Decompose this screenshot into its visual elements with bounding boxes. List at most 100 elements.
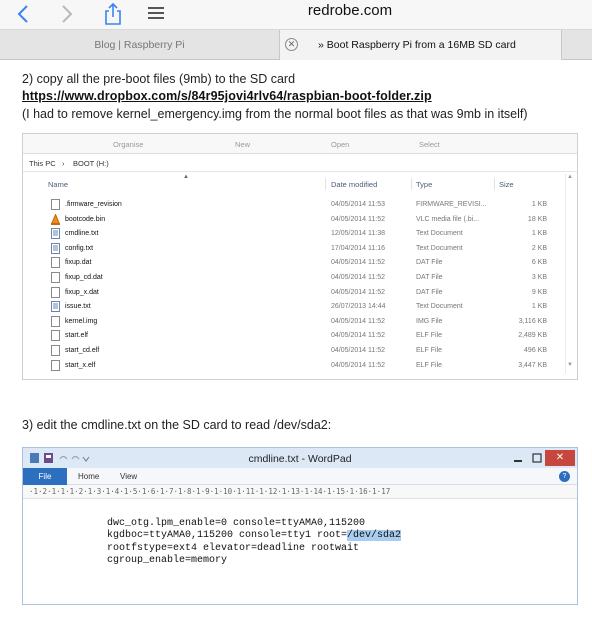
file-size: 1 KB [531, 230, 547, 238]
ruler-scale: ·1·2·1·1·1·2·1·3·1·4·1·5·1·6·1·7·1·8·1·9… [29, 487, 391, 496]
file-name: fixup.dat [65, 259, 92, 267]
file-type: ELF File [416, 347, 443, 354]
file-row[interactable]: .firmware_revision 04/05/2014 11:53 FIRMWA… [23, 198, 577, 213]
back-button[interactable] [8, 0, 38, 28]
file-type: VLC media file (.bi... [416, 215, 480, 223]
file-name: issue.txt [65, 303, 91, 311]
file-size: 3 KB [531, 274, 547, 281]
file-date: 04/05/2014 11:52 [331, 215, 385, 223]
file-row[interactable]: cmdline.txt 12/05/2014 11:38 Text Document… [23, 227, 577, 242]
browser-toolbar: redrobe.com [0, 0, 592, 30]
note-text: (I had to remove kernel_emergency.img fr… [22, 107, 528, 121]
step-3-text: 3) edit the cmdline.txt on the SD card t… [22, 418, 332, 432]
ribbon-new: New [235, 140, 251, 149]
text-icon [51, 228, 60, 240]
breadcrumb: This PC › BOOT (H:) [23, 154, 577, 172]
file-row[interactable]: fixup_cd.dat 04/05/2014 11:52 DAT File 3 KB [23, 271, 577, 286]
share-icon [105, 3, 121, 25]
file-type: ELF File [416, 361, 443, 369]
file-name: start_x.elf [65, 361, 96, 369]
file-name: start.elf [65, 332, 88, 340]
file-type: FIRMWARE_REVISI... [416, 201, 487, 208]
file-name: kernel.img [65, 317, 98, 325]
file-type: ELF File [416, 332, 443, 340]
scroll-down-icon[interactable]: ▼ [567, 362, 573, 368]
file-name: bootcode.bin [65, 215, 106, 223]
doc-line-2-text: kgdboc=ttyAMA0,115200 console=tty1 root= [107, 530, 348, 542]
chevron-left-icon [17, 5, 28, 23]
file-row[interactable]: issue.txt 26/07/2013 14:44 Text Document 1 … [23, 300, 577, 315]
document-body[interactable]: dwc_otg.lpm_enable=0 console=ttyAMA0,115… [107, 518, 402, 567]
column-type[interactable]: Type [416, 180, 432, 189]
file-row[interactable]: start_x.elf 04/05/2014 11:52 ELF File 3,447… [23, 359, 577, 374]
file-row[interactable]: fixup_x.dat 04/05/2014 11:52 DAT File 9 KB [23, 286, 577, 301]
vlc-icon [51, 213, 60, 225]
wordpad-title: cmdline.txt - WordPad [248, 453, 352, 465]
explorer-scrollbar[interactable]: ▲ ▼ [565, 174, 573, 374]
tab-file[interactable]: File [23, 468, 67, 485]
file-row[interactable]: start.elf 04/05/2014 11:52 ELF File 2,489 K… [23, 329, 577, 344]
tab-blog[interactable]: Blog | Raspberry Pi [0, 30, 280, 60]
tab-active-label: » Boot Raspberry Pi from a 16MB SD card [318, 39, 516, 51]
doc-line-2: kgdboc=ttyAMA0,115200 console=tty1 root=… [107, 530, 402, 542]
file-type: Text Document [416, 230, 463, 238]
close-icon[interactable]: ✕ [545, 450, 575, 466]
column-divider [411, 178, 412, 190]
file-row[interactable]: config.txt 17/04/2014 11:16 Text Document 2… [23, 242, 577, 257]
explorer-ribbon: Organise New Open Select [23, 134, 577, 154]
file-name: fixup_x.dat [65, 288, 99, 296]
close-tab-icon[interactable]: ✕ [285, 38, 298, 51]
step-2-text: 2) copy all the pre-boot files (9mb) to … [22, 72, 296, 86]
file-row[interactable]: start_cd.elf 04/05/2014 11:52 ELF File 496 … [23, 344, 577, 359]
file-date: 04/05/2014 11:52 [331, 317, 385, 325]
sort-ascending-icon: ▲ [183, 174, 189, 180]
file-size: 496 KB [524, 347, 547, 354]
maximize-icon[interactable] [530, 451, 544, 465]
file-name: .firmware_revision [65, 201, 122, 208]
column-size[interactable]: Size [499, 180, 514, 189]
document-icon [51, 257, 60, 269]
file-date: 17/04/2014 11:16 [331, 244, 385, 252]
file-row[interactable]: kernel.img 04/05/2014 11:52 IMG File 3,116 … [23, 315, 577, 330]
forward-button[interactable] [52, 0, 82, 28]
breadcrumb-root: This PC [29, 159, 56, 168]
tab-home[interactable]: Home [78, 472, 99, 481]
document-icon [51, 345, 60, 356]
tab-bar: Blog | Raspberry Pi » Boot Raspberry Pi … [0, 30, 592, 60]
file-date: 04/05/2014 11:53 [331, 201, 385, 208]
dropbox-link[interactable]: https://www.dropbox.com/s/84r95jovi4rlv6… [22, 89, 432, 103]
file-date: 04/05/2014 11:52 [331, 361, 385, 369]
file-size: 9 KB [531, 288, 547, 296]
file-type: Text Document [416, 244, 463, 252]
breadcrumb-separator: › [62, 159, 65, 168]
explorer-screenshot: Organise New Open Select This PC › BOOT … [22, 133, 578, 380]
column-divider [325, 178, 326, 190]
scroll-up-icon[interactable]: ▲ [567, 174, 573, 180]
ribbon-select: Select [419, 140, 440, 149]
address-bar[interactable]: redrobe.com [200, 2, 500, 19]
file-date: 26/07/2013 14:44 [331, 303, 386, 311]
help-icon[interactable]: ? [559, 471, 570, 482]
text-icon [51, 242, 60, 254]
reader-menu-icon[interactable] [148, 7, 164, 21]
column-date[interactable]: Date modified [331, 180, 377, 189]
document-icon [51, 272, 60, 283]
tab-active[interactable]: » Boot Raspberry Pi from a 16MB SD card [280, 30, 562, 60]
column-name[interactable]: Name [48, 180, 68, 189]
file-name: config.txt [65, 244, 94, 252]
tab-view[interactable]: View [120, 472, 137, 481]
file-date: 04/05/2014 11:52 [331, 332, 385, 340]
minimize-icon[interactable] [511, 451, 525, 465]
file-type: IMG File [416, 317, 443, 325]
file-row[interactable]: fixup.dat 04/05/2014 11:52 DAT File 6 KB [23, 256, 577, 271]
file-type: DAT File [416, 288, 443, 296]
text-icon [51, 301, 60, 313]
file-size: 18 KB [527, 215, 547, 223]
file-date: 04/05/2014 11:52 [331, 347, 385, 354]
file-name: cmdline.txt [65, 230, 99, 238]
file-date: 12/05/2014 11:38 [331, 230, 385, 238]
file-row[interactable]: bootcode.bin 04/05/2014 11:52 VLC media fi… [23, 213, 577, 228]
ruler: ·1·2·1·1·1·2·1·3·1·4·1·5·1·6·1·7·1·8·1·9… [23, 485, 577, 499]
file-size: 2,489 KB [518, 332, 547, 340]
share-button[interactable] [98, 0, 128, 28]
